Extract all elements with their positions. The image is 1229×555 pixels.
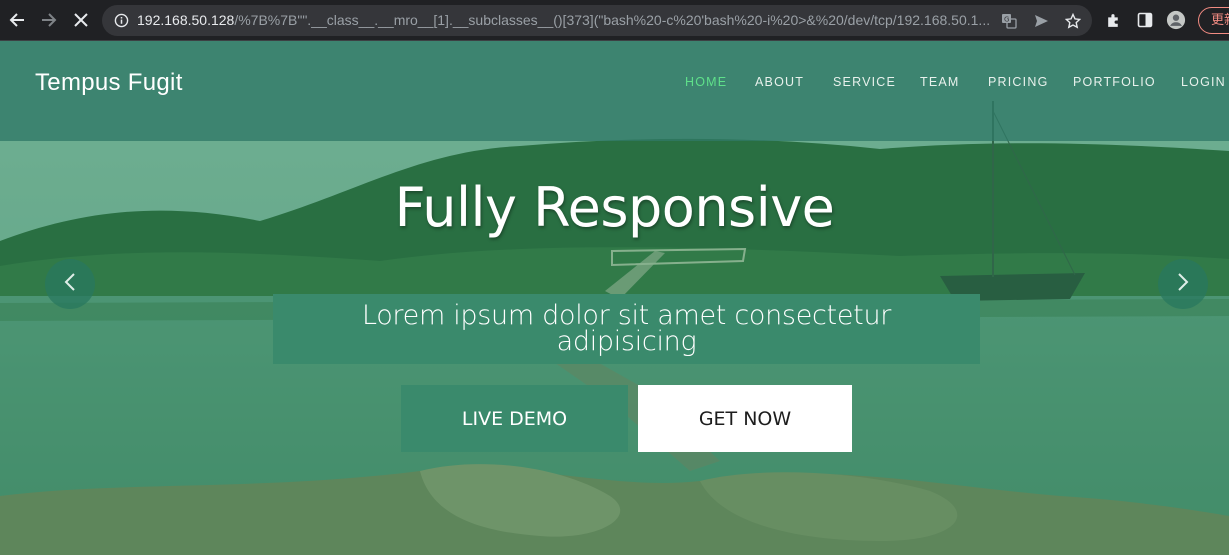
nav-item-team[interactable]: TEAM [920,75,960,89]
chevron-left-icon [63,272,77,296]
back-arrow-icon[interactable] [5,8,29,32]
nav-item-about[interactable]: ABOUT [755,75,804,89]
extensions-icon[interactable] [1103,10,1123,30]
forward-arrow-icon[interactable] [37,8,61,32]
site-header: Tempus Fugit HOME ABOUT SERVICE TEAM PRI… [0,41,1229,141]
web-page: Tempus Fugit HOME ABOUT SERVICE TEAM PRI… [0,41,1229,555]
url-host: 192.168.50.128 [137,12,235,28]
chevron-right-icon [1176,272,1190,296]
hero-title: Fully Responsive [394,176,835,239]
profile-icon[interactable] [1166,10,1186,30]
nav-item-portfolio[interactable]: PORTFOLIO [1073,75,1156,89]
nav-item-login[interactable]: LOGIN [1181,75,1226,89]
hero-subtitle: Lorem ipsum dolor sit amet consectetur a… [361,300,892,357]
stop-loading-icon[interactable] [69,8,93,32]
side-panel-icon[interactable] [1135,10,1155,30]
address-bar[interactable]: 192.168.50.128/%7B%7B"".__class__.__mro_… [102,5,1092,36]
nav-item-pricing[interactable]: PRICING [988,75,1049,89]
live-demo-button[interactable]: LIVE DEMO [401,385,628,452]
translate-icon[interactable]: G [1000,12,1018,30]
update-button[interactable]: 更新 [1198,7,1229,34]
carousel-next-button[interactable] [1158,259,1208,309]
get-now-button[interactable]: GET NOW [638,385,852,452]
send-icon[interactable] [1032,12,1050,30]
nav-item-service[interactable]: SERVICE [833,75,896,89]
site-info-icon[interactable] [114,13,129,32]
browser-toolbar: 192.168.50.128/%7B%7B"".__class__.__mro_… [0,0,1229,41]
url-text[interactable]: 192.168.50.128/%7B%7B"".__class__.__mro_… [137,5,997,36]
bookmark-star-icon[interactable] [1064,12,1082,30]
hero-subtitle-box: Lorem ipsum dolor sit amet consectetur a… [273,294,980,364]
svg-text:G: G [1004,16,1009,24]
carousel-prev-button[interactable] [45,259,95,309]
nav-item-home[interactable]: HOME [685,75,727,89]
url-path: /%7B%7B"".__class__.__mro__[1].__subclas… [234,12,991,28]
main-nav: HOME ABOUT SERVICE TEAM PRICING PORTFOLI… [0,75,1229,95]
